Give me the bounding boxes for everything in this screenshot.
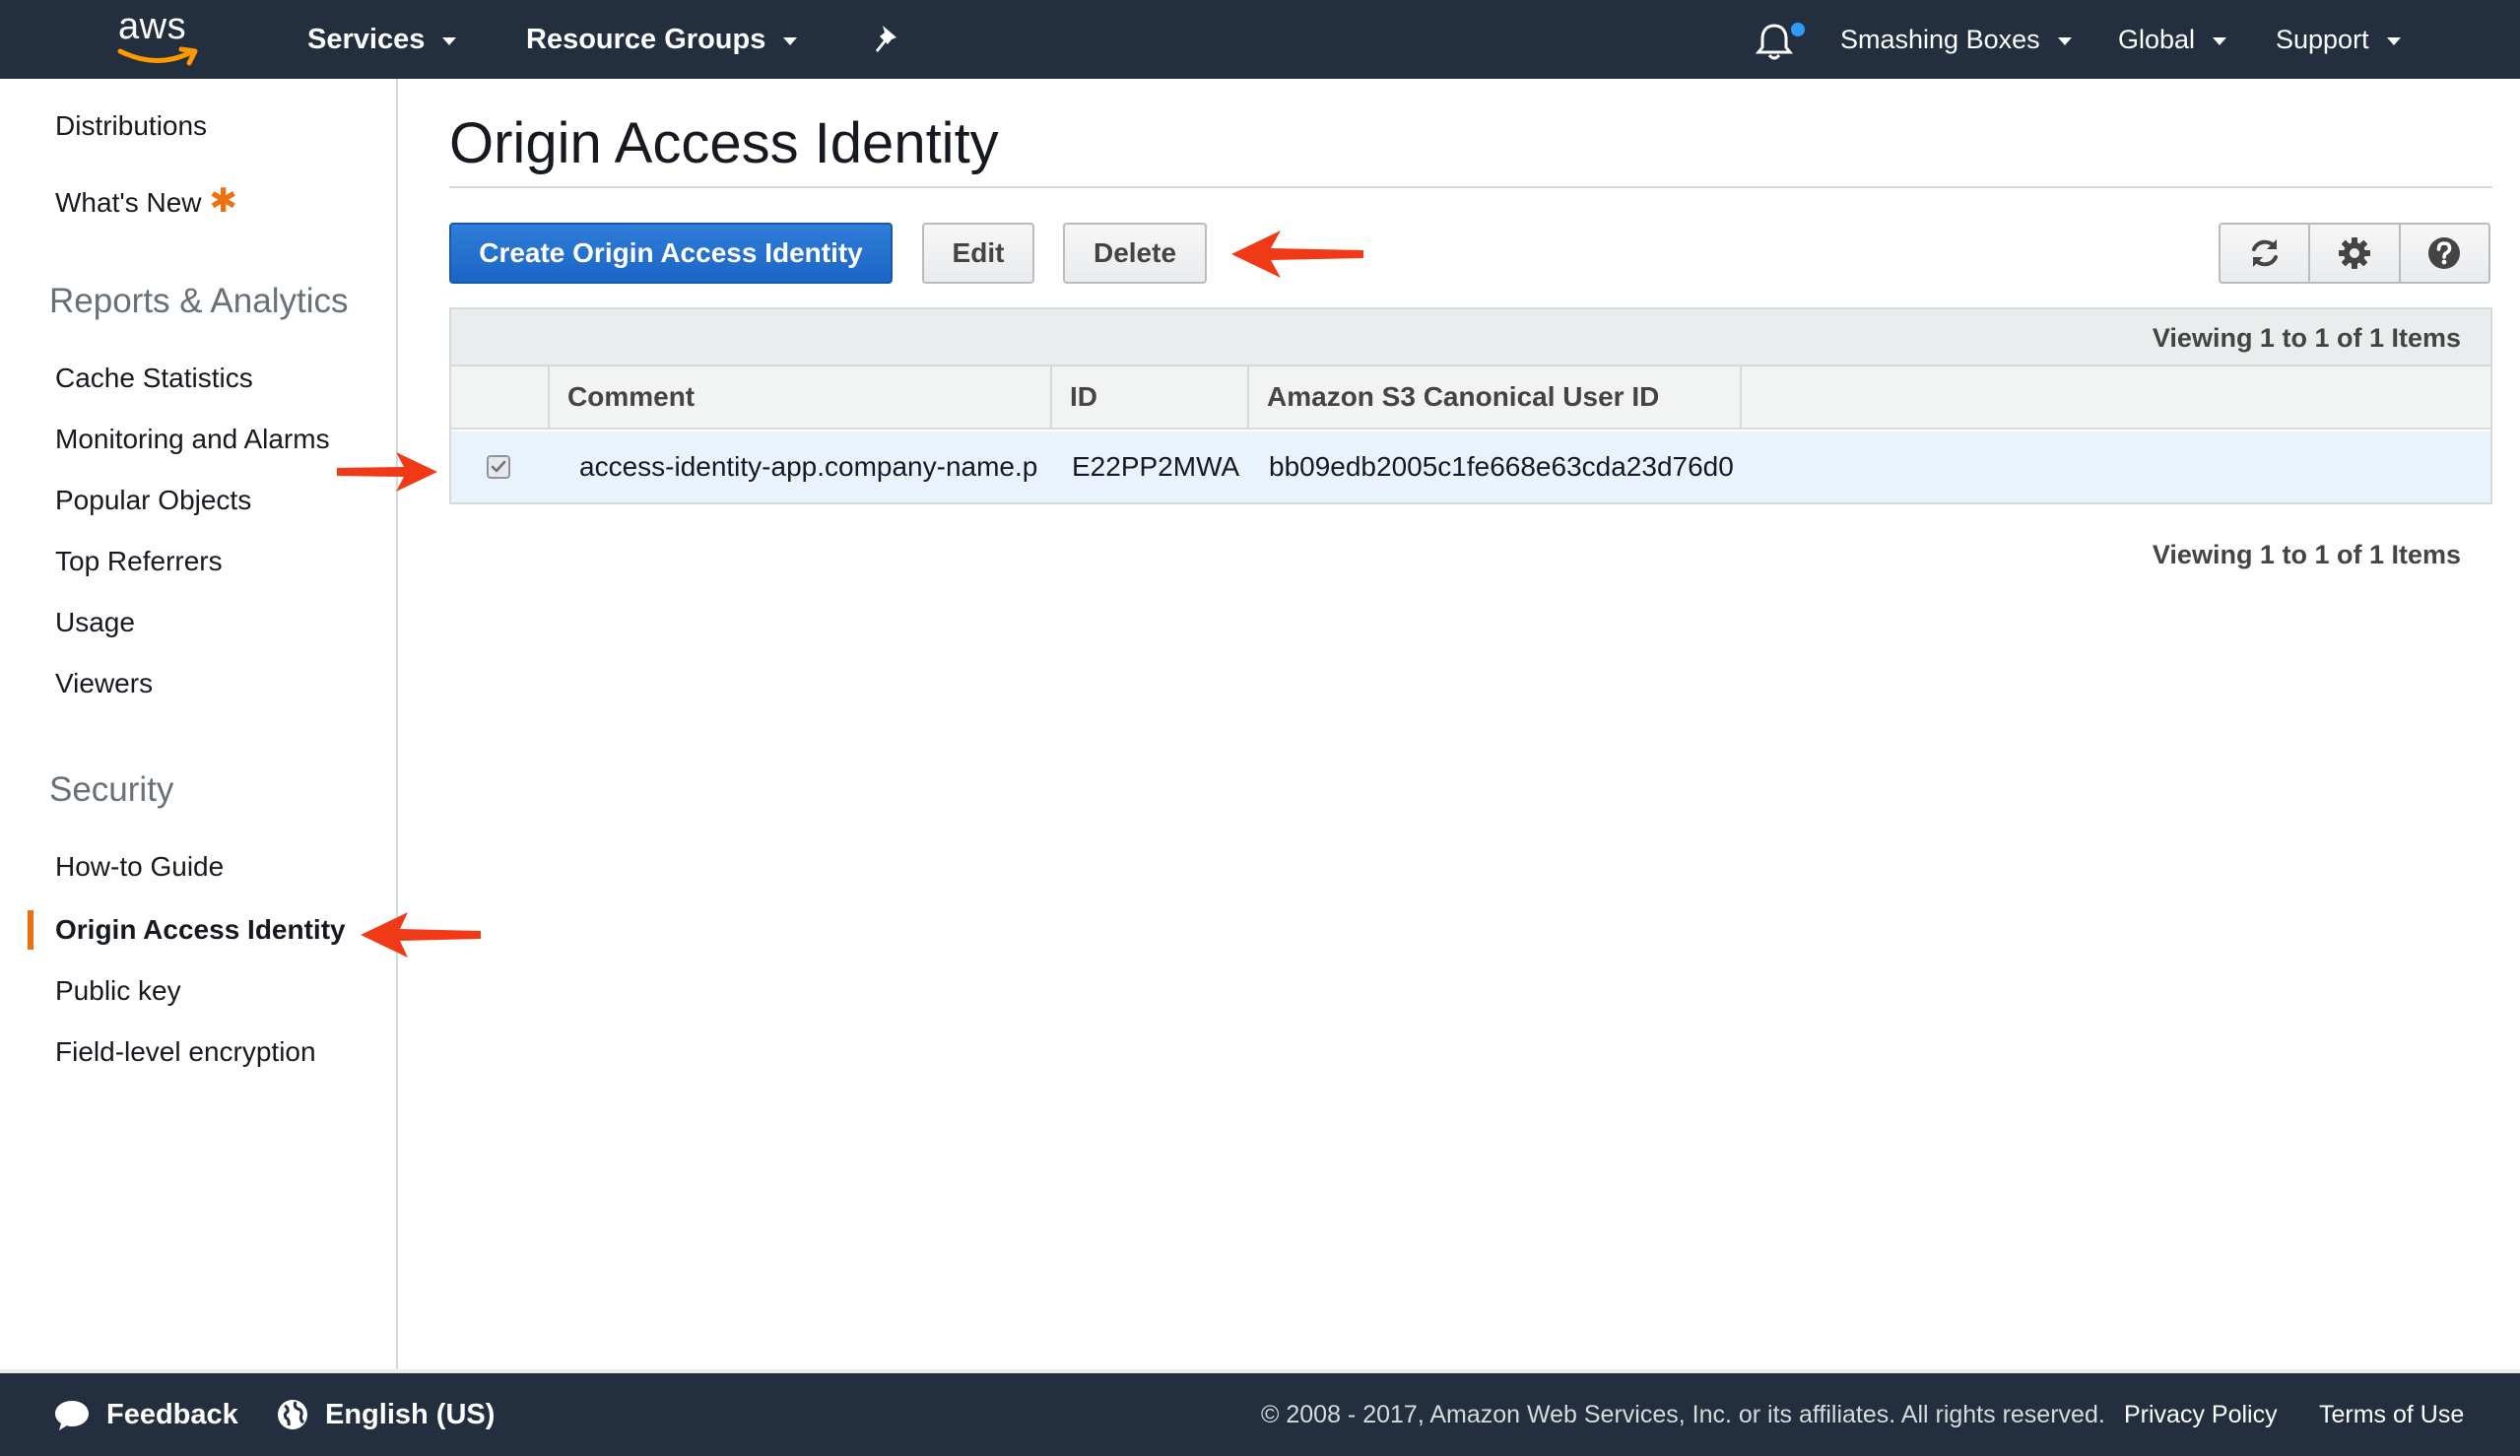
edit-button[interactable]: Edit — [922, 223, 1034, 284]
chevron-down-icon — [2386, 36, 2401, 45]
page-title: Origin Access Identity — [449, 111, 999, 175]
sidebar-item-top-referrers[interactable]: Top Referrers — [55, 546, 223, 577]
viewing-count-bottom: Viewing 1 to 1 of 1 Items — [2152, 540, 2461, 569]
sidebar: Distributions What's New ✱ Reports & Anal… — [0, 79, 398, 1369]
sidebar-item-origin-access-identity[interactable]: Origin Access Identity — [55, 914, 346, 946]
cell-id: E22PP2MWA — [1072, 451, 1240, 482]
copyright-text: © 2008 - 2017, Amazon Web Services, Inc.… — [1261, 1400, 2105, 1428]
table-pagination-bar: Viewing 1 to 1 of 1 Items — [451, 309, 2490, 366]
title-divider — [449, 186, 2492, 188]
sidebar-item-whats-new[interactable]: What's New ✱ — [55, 181, 237, 221]
reports-analytics-heading: Reports & Analytics — [49, 282, 349, 320]
services-label: Services — [307, 23, 426, 55]
origin-access-identity-table: Viewing 1 to 1 of 1 Items Comment ID Ama… — [449, 307, 2492, 504]
column-header-canonical-user-id[interactable]: Amazon S3 Canonical User ID — [1249, 366, 1742, 428]
chevron-down-icon — [2213, 36, 2227, 45]
privacy-policy-link[interactable]: Privacy Policy — [2124, 1373, 2278, 1456]
refresh-icon — [2251, 239, 2278, 267]
support-menu[interactable]: Support — [2276, 0, 2401, 79]
table-header: Comment ID Amazon S3 Canonical User ID — [451, 366, 2490, 430]
annotation-arrow-icon — [337, 452, 437, 492]
footer: Feedback English (US) © 2008 - 2017, Ama… — [0, 1369, 2520, 1456]
annotation-arrow-icon — [1231, 231, 1363, 278]
feedback-link[interactable]: Feedback — [53, 1373, 238, 1456]
table-toolbar-icons — [2219, 223, 2490, 284]
pin-icon — [876, 26, 896, 52]
chevron-down-icon — [442, 36, 457, 45]
help-button[interactable] — [2398, 225, 2488, 282]
cell-canonical-user-id: bb09edb2005c1fe668e63cda23d76d0 — [1269, 451, 1734, 482]
chevron-down-icon — [783, 36, 798, 45]
delete-button[interactable]: Delete — [1063, 223, 1207, 284]
annotation-arrow-icon — [361, 912, 481, 958]
resource-groups-menu[interactable]: Resource Groups — [526, 0, 798, 79]
top-navigation-bar: aws Services Resource Groups Smashing Bo… — [0, 0, 2520, 79]
sidebar-item-distributions[interactable]: Distributions — [55, 110, 207, 142]
gear-icon — [2338, 237, 2370, 269]
sidebar-item-monitoring-alarms[interactable]: Monitoring and Alarms — [55, 424, 330, 455]
checkmark-icon — [491, 460, 506, 473]
aws-smile-icon — [117, 46, 198, 66]
new-marker-icon: ✱ — [209, 182, 238, 220]
resource-groups-label: Resource Groups — [526, 23, 766, 55]
viewing-count-top: Viewing 1 to 1 of 1 Items — [2152, 323, 2461, 353]
settings-button[interactable] — [2308, 225, 2398, 282]
pin-button[interactable] — [871, 0, 900, 79]
table-row[interactable]: access-identity-app.company-name.p E22PP… — [451, 431, 2490, 502]
support-label: Support — [2276, 24, 2369, 54]
language-label: English (US) — [325, 1398, 496, 1430]
sidebar-item-cache-statistics[interactable]: Cache Statistics — [55, 363, 253, 394]
column-header-id[interactable]: ID — [1052, 366, 1249, 428]
notification-dot — [1791, 23, 1805, 36]
aws-logo-text: aws — [118, 6, 187, 47]
aws-logo[interactable]: aws — [110, 6, 209, 71]
sidebar-item-how-to-guide[interactable]: How-to Guide — [55, 851, 224, 883]
region-menu[interactable]: Global — [2118, 0, 2227, 79]
globe-icon — [278, 1400, 307, 1429]
sidebar-item-viewers[interactable]: Viewers — [55, 668, 153, 699]
cell-comment: access-identity-app.company-name.p — [579, 451, 1038, 482]
select-column-header — [451, 366, 550, 428]
column-header-comment[interactable]: Comment — [550, 366, 1052, 428]
sidebar-item-field-level-encryption[interactable]: Field-level encryption — [55, 1036, 316, 1068]
account-menu[interactable]: Smashing Boxes — [1840, 0, 2072, 79]
feedback-label: Feedback — [106, 1398, 238, 1430]
account-label: Smashing Boxes — [1840, 24, 2040, 54]
row-checkbox[interactable] — [487, 455, 510, 479]
notifications-bell-icon[interactable] — [1752, 20, 1797, 63]
speech-bubble-icon — [55, 1401, 89, 1430]
terms-of-use-link[interactable]: Terms of Use — [2319, 1373, 2464, 1456]
create-origin-access-identity-button[interactable]: Create Origin Access Identity — [449, 223, 893, 284]
sidebar-item-popular-objects[interactable]: Popular Objects — [55, 485, 251, 516]
sidebar-item-public-key[interactable]: Public key — [55, 975, 181, 1007]
services-menu[interactable]: Services — [307, 0, 457, 79]
chevron-down-icon — [2057, 36, 2072, 45]
sidebar-item-usage[interactable]: Usage — [55, 607, 135, 638]
refresh-button[interactable] — [2221, 225, 2308, 282]
sidebar-item-label: What's New — [55, 187, 202, 218]
security-heading: Security — [49, 770, 174, 809]
language-selector[interactable]: English (US) — [276, 1373, 495, 1456]
active-item-indicator — [28, 910, 33, 950]
region-label: Global — [2118, 24, 2196, 54]
help-icon — [2428, 237, 2461, 269]
